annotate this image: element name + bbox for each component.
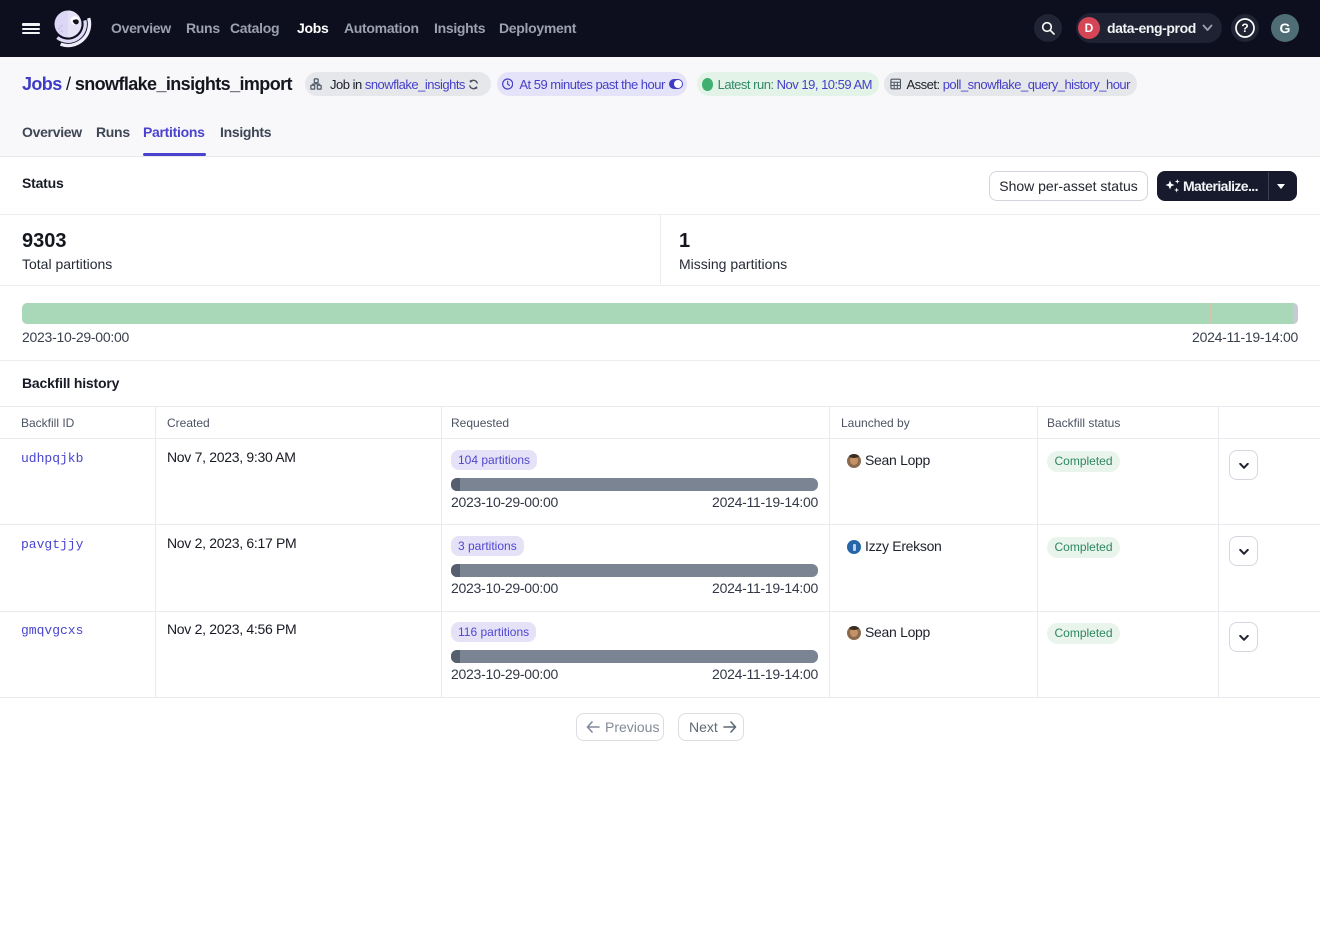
- svg-text:?: ?: [1241, 21, 1248, 35]
